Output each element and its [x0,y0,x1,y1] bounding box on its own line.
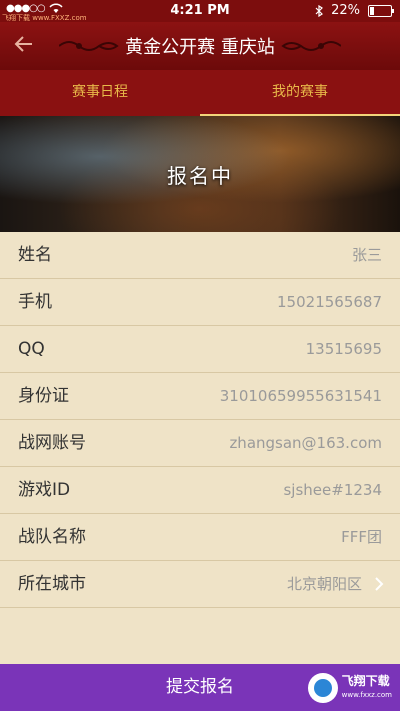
form-row-game-id[interactable]: 游戏ID sjshee#1234 [0,467,400,514]
form-row-city[interactable]: 所在城市 北京朝阳区 [0,561,400,608]
form-value: 张三 [351,246,382,264]
bluetooth-icon [315,4,324,17]
form-label: 手机 [18,292,52,312]
logo-text: 飞翔下载 [341,674,390,688]
tab-my-events[interactable]: 我的赛事 [200,70,400,116]
form-row-battlenet[interactable]: 战网账号 zhangsan@163.com [0,420,400,467]
chevron-right-icon [375,577,384,591]
left-ornament-icon [59,41,119,51]
tab-bar: 赛事日程 我的赛事 [0,70,400,116]
watermark-logo: 飞翔下载 www.fxxz.com [308,671,392,705]
form-label: 所在城市 [18,574,86,594]
form-label: 游戏ID [18,480,71,500]
form-row-name[interactable]: 姓名 张三 [0,232,400,279]
logo-sub-text: www.fxxz.com [341,691,392,699]
form-value: FFF团 [341,528,382,546]
form-row-team-name[interactable]: 战队名称 FFF团 [0,514,400,561]
form-value: 15021565687 [277,293,382,311]
form-value: sjshee#1234 [283,481,382,499]
page-title: 黄金公开赛 重庆站 [125,37,275,58]
registration-status: 报名中 [167,163,233,188]
form-label: 战网账号 [18,433,86,453]
form-row-id-card[interactable]: 身份证 31010659955631541 [0,373,400,420]
form-label: 身份证 [18,386,69,406]
tab-schedule[interactable]: 赛事日程 [0,70,200,116]
form-label: 战队名称 [18,527,86,547]
status-bar: ●●●○○ 飞翔下载 www.FXXZ.com 4:21 PM 22% [0,0,400,22]
logo-icon [308,673,338,703]
form-value: 北京朝阳区 [286,575,362,593]
form-value: zhangsan@163.com [229,434,382,452]
form-value: 31010659955631541 [219,387,382,405]
registration-form: 姓名 张三 手机 15021565687 QQ 13515695 身份证 310… [0,232,400,664]
form-label: 姓名 [18,245,52,265]
battery-percent: 22% [331,3,360,18]
nav-header: 黄金公开赛 重庆站 [0,22,400,70]
event-banner: 报名中 [0,116,400,232]
form-row-phone[interactable]: 手机 15021565687 [0,279,400,326]
right-ornament-icon [281,41,341,51]
battery-icon [368,4,394,17]
form-row-qq[interactable]: QQ 13515695 [0,326,400,373]
form-label: QQ [18,339,45,359]
form-value: 13515695 [305,340,382,358]
